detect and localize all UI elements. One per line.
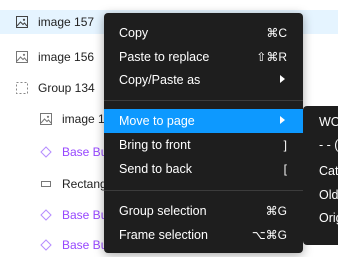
menu-item-label: Send to back <box>119 162 192 176</box>
menu-item-shortcut: ⇧⌘R <box>256 50 287 64</box>
menu-divider <box>104 190 303 191</box>
menu-item-send-to-back[interactable]: Send to back [ <box>104 157 303 181</box>
menu-item-label: Group selection <box>119 204 207 218</box>
menu-item-paste-to-replace[interactable]: Paste to replace ⇧⌘R <box>104 45 303 69</box>
menu-item-bring-to-front[interactable]: Bring to front ] <box>104 133 303 157</box>
menu-item-frame-selection[interactable]: Frame selection ⌥⌘G <box>104 223 303 247</box>
layer-label: Rectang <box>62 177 107 191</box>
layer-label: Base Bu <box>62 145 108 159</box>
submenu-arrow-icon <box>280 75 285 83</box>
menu-item-label: Paste to replace <box>119 50 210 64</box>
menu-item-shortcut: ⌘G <box>265 204 287 218</box>
menu-item-group-selection[interactable]: Group selection ⌘G <box>104 199 303 223</box>
submenu-item-page[interactable]: - - ( <box>319 138 338 152</box>
menu-item-label: Bring to front <box>119 138 191 152</box>
layer-label: image 1 <box>62 112 105 126</box>
menu-item-label: Copy/Paste as <box>119 73 201 87</box>
submenu-arrow-icon <box>280 116 285 124</box>
menu-item-shortcut: ] <box>283 138 287 152</box>
layer-label: image 157 <box>38 15 95 29</box>
submenu-item-page[interactable]: WO <box>319 115 338 129</box>
layer-label: Group 134 <box>38 81 95 95</box>
component-icon <box>40 239 52 251</box>
menu-item-copy-paste-as[interactable]: Copy/Paste as <box>104 68 303 92</box>
submenu-item-page[interactable]: Cat <box>319 164 338 178</box>
image-icon <box>16 16 28 28</box>
layer-label: Base Bu <box>62 238 108 252</box>
menu-item-label: Move to page <box>119 114 195 128</box>
group-icon <box>16 82 28 94</box>
layer-label: Base Bu <box>62 208 108 222</box>
component-icon <box>40 209 52 221</box>
component-icon <box>40 146 52 158</box>
menu-item-shortcut: [ <box>283 162 287 176</box>
menu-item-label: Copy <box>119 26 149 40</box>
menu-item-copy[interactable]: Copy ⌘C <box>104 21 303 45</box>
image-icon <box>40 113 52 125</box>
context-menu: Copy ⌘C Paste to replace ⇧⌘R Copy/Paste … <box>104 13 303 253</box>
menu-item-shortcut: ⌘C <box>266 26 287 40</box>
submenu-item-page[interactable]: Orig <box>319 211 338 225</box>
rectangle-icon <box>40 178 52 190</box>
menu-divider <box>104 100 303 101</box>
move-to-page-submenu: WO - - ( Cat Old Orig <box>303 106 338 245</box>
image-icon <box>16 51 28 63</box>
menu-item-shortcut: ⌥⌘G <box>251 228 287 242</box>
submenu-item-page[interactable]: Old <box>319 188 338 202</box>
layer-label: image 156 <box>38 50 95 64</box>
menu-item-move-to-page[interactable]: Move to page <box>104 109 303 133</box>
menu-item-label: Frame selection <box>119 228 208 242</box>
